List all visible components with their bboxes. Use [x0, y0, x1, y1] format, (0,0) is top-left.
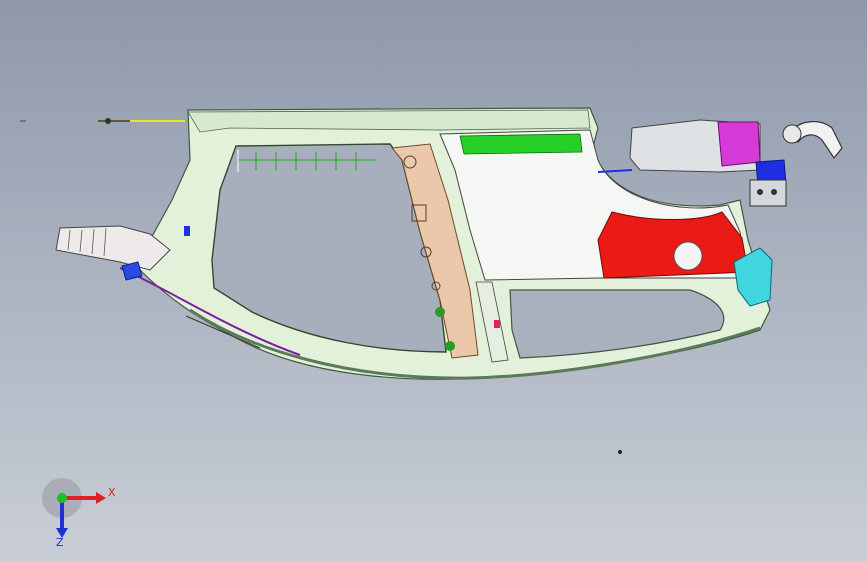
- axis-triad: X Z: [42, 478, 116, 548]
- front-bracket[interactable]: [55, 225, 171, 271]
- bracket-bolt-b: [771, 189, 777, 195]
- side-frame-model[interactable]: [0, 0, 867, 562]
- leader-pin: [98, 118, 185, 124]
- x-axis-label: X: [108, 486, 116, 499]
- cad-viewport[interactable]: X Z: [0, 0, 867, 562]
- b-pillar-green-bolt: [435, 307, 445, 317]
- rear-gray-bracket: [749, 179, 787, 207]
- red-clip: [494, 320, 500, 328]
- wheel-arch-panel[interactable]: [597, 211, 749, 279]
- z-axis-label: Z: [56, 536, 64, 548]
- blue-tab: [184, 226, 190, 236]
- bracket-bolt-a: [757, 189, 763, 195]
- magenta-part: [717, 121, 761, 167]
- y-axis-dot: [57, 493, 67, 503]
- b-pillar-green-bolt-lower: [445, 341, 455, 351]
- stray-point: [618, 450, 622, 454]
- pipe-flange: [782, 124, 802, 144]
- green-strip: [459, 133, 583, 155]
- fuel-filler-hole[interactable]: [673, 241, 703, 271]
- x-axis-arrowhead: [96, 492, 106, 504]
